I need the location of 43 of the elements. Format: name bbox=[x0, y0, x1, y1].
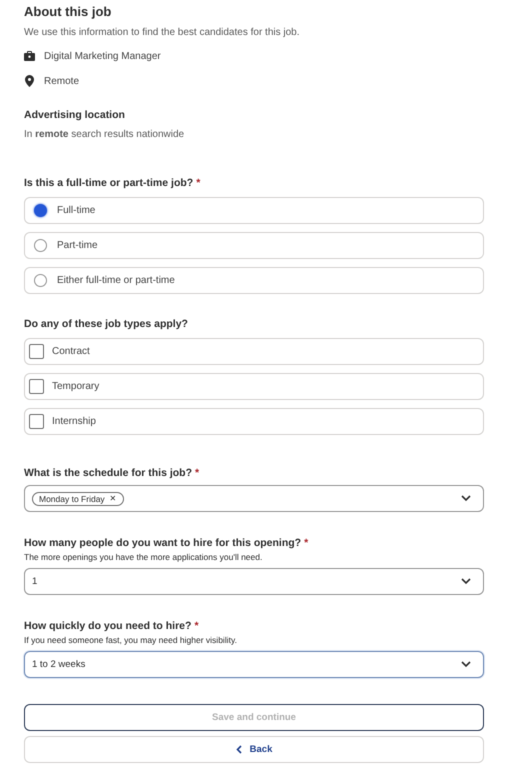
question-label: What is the schedule for this job? bbox=[24, 467, 192, 479]
select-value: 1 to 2 weeks bbox=[32, 659, 86, 670]
select-field[interactable]: 1 bbox=[24, 568, 484, 595]
chevron-down-icon bbox=[461, 578, 471, 585]
radio-button[interactable] bbox=[34, 204, 47, 217]
select-field[interactable]: 1 to 2 weeks bbox=[24, 651, 484, 678]
radio-option[interactable]: Full-time bbox=[24, 197, 484, 224]
chevron-down-icon bbox=[461, 661, 471, 668]
description-text: We use this information to find the best candidates for this job. bbox=[24, 27, 301, 38]
location-pin-icon bbox=[24, 75, 35, 87]
select-field[interactable]: Monday to Friday ✕ bbox=[24, 485, 484, 512]
hint-text: If you need someone fast, you may need higher visibility. bbox=[24, 635, 238, 645]
checkbox[interactable] bbox=[29, 414, 44, 429]
question-label: Is this a full-time or part-time job? bbox=[24, 177, 194, 189]
remove-chip-button[interactable]: ✕ bbox=[110, 494, 117, 503]
checkbox[interactable] bbox=[29, 344, 44, 359]
section-title: About this job bbox=[24, 4, 112, 19]
required-mark: * bbox=[194, 620, 199, 632]
radio-option[interactable]: Either full-time or part-time bbox=[24, 267, 484, 294]
chip-label: Monday to Friday bbox=[39, 494, 105, 504]
chevron-down-icon bbox=[461, 495, 471, 502]
question-label: How many people do you want to hire for this opening? bbox=[24, 537, 302, 549]
question-label: Do any of these job types apply? bbox=[24, 318, 188, 330]
radio-button[interactable] bbox=[34, 274, 47, 287]
checkbox-option[interactable]: Internship bbox=[24, 408, 484, 435]
required-mark: * bbox=[196, 177, 200, 189]
checkbox-option[interactable]: Contract bbox=[24, 338, 484, 365]
back-button[interactable]: Back bbox=[24, 736, 484, 763]
detail-text: Remote bbox=[44, 76, 80, 86]
required-mark: * bbox=[195, 467, 200, 479]
section-title: Advertising location bbox=[24, 109, 126, 121]
radio-button[interactable] bbox=[34, 239, 47, 252]
location-text: In remote search results nationwide bbox=[24, 129, 186, 140]
checkbox-option[interactable]: Temporary bbox=[24, 373, 484, 400]
radio-option[interactable]: Part-time bbox=[24, 232, 484, 259]
checkbox[interactable] bbox=[29, 379, 44, 394]
briefcase-icon bbox=[24, 51, 35, 61]
select-value: 1 bbox=[32, 576, 38, 587]
question-label: How quickly do you need to hire? bbox=[24, 620, 192, 632]
detail-text: Digital Marketing Manager bbox=[44, 50, 161, 62]
chevron-left-icon bbox=[236, 745, 242, 754]
required-mark: * bbox=[304, 537, 308, 549]
hint-text: The more openings you have the more applications you'll need. bbox=[24, 552, 264, 562]
